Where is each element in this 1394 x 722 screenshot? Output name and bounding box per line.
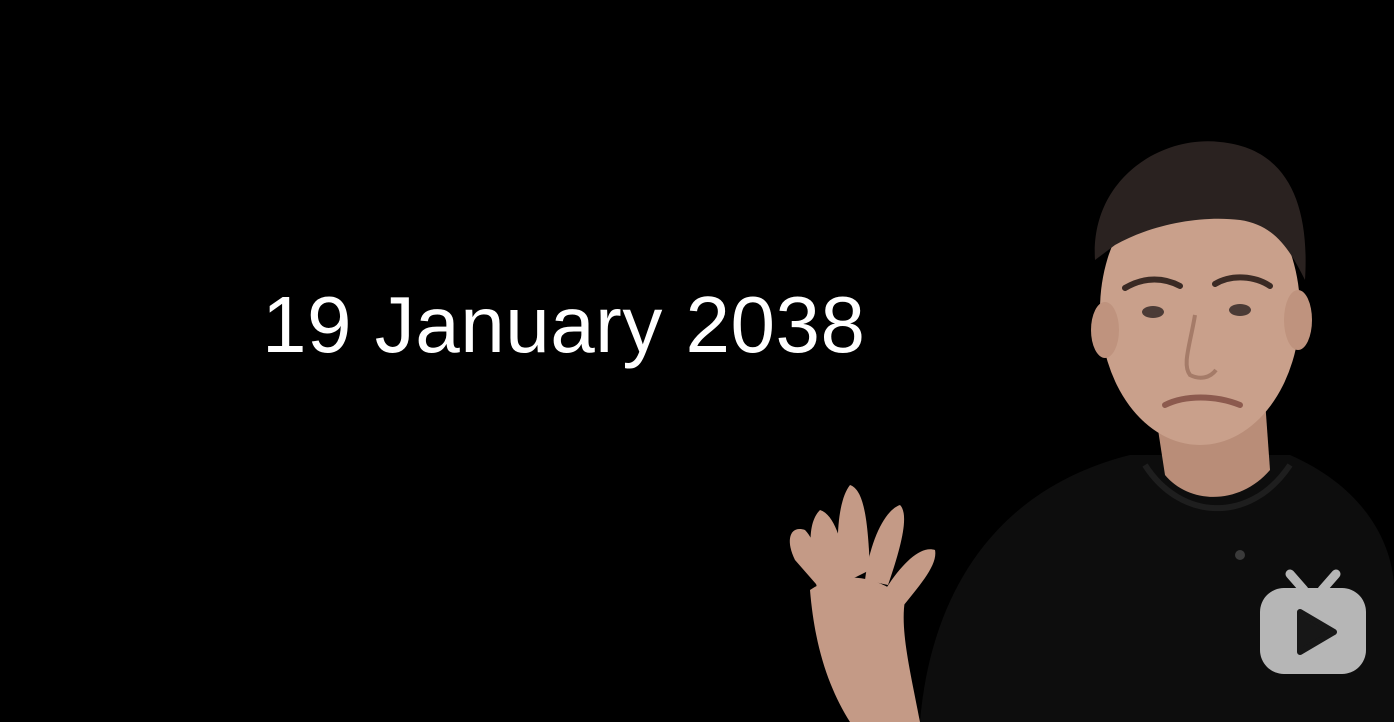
speaker-ear-left: [1091, 302, 1119, 358]
speaker-hand: [789, 485, 936, 722]
lapel-microphone: [1235, 550, 1245, 560]
tv-play-icon: [1260, 569, 1366, 674]
speaker-eye-right: [1229, 304, 1251, 316]
video-frame: 19 January 2038: [0, 0, 1394, 722]
speaker-eye-left: [1142, 306, 1164, 318]
speaker-ear-right: [1284, 290, 1312, 350]
